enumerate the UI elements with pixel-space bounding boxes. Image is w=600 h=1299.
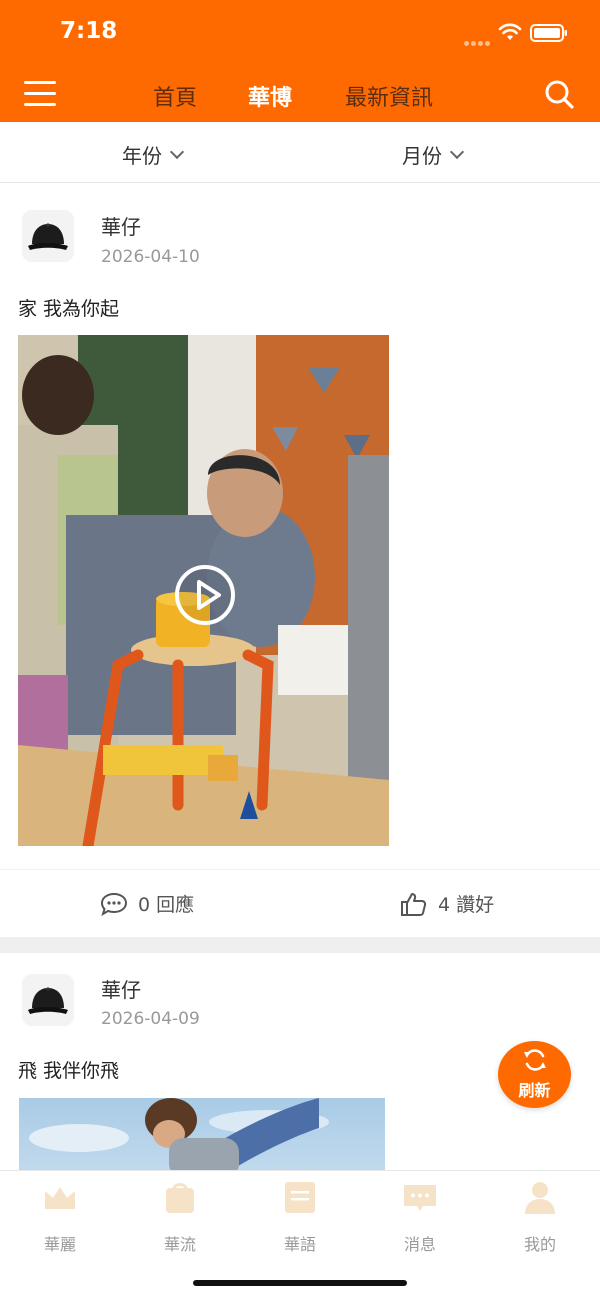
comments-count: 0 回應 [138, 894, 195, 916]
comments-button[interactable]: 0 回應 [100, 890, 194, 919]
bottom-tab-profile[interactable]: 我的 [480, 1179, 600, 1255]
tab-huabo[interactable]: 華博 [248, 80, 292, 112]
document-icon [285, 1182, 315, 1213]
post-actions: 0 回應 4 讚好 [0, 869, 600, 937]
battery-icon [530, 24, 567, 42]
bottom-tabbar: 華麗 華流 華語 消息 我的 [0, 1170, 600, 1299]
search-icon[interactable] [543, 78, 575, 110]
wifi-icon [498, 23, 522, 40]
post-text: 家 我為你起 [18, 298, 120, 320]
avatar[interactable] [22, 974, 74, 1026]
tab-home[interactable]: 首頁 [153, 80, 197, 112]
crown-icon [45, 1187, 75, 1209]
bottom-tab-label: 我的 [523, 1235, 556, 1254]
status-bar: 7:18 [0, 0, 600, 64]
message-icon [404, 1185, 436, 1211]
post-author: 華仔 [101, 978, 141, 1002]
signal-dots-icon [464, 31, 492, 46]
post-text: 飛 我伴你飛 [18, 1060, 120, 1082]
post-author: 華仔 [101, 215, 141, 239]
bottom-tab-messages[interactable]: 消息 [360, 1179, 480, 1255]
thumbs-up-icon [401, 892, 427, 916]
bottom-tab-label: 華流 [163, 1235, 196, 1254]
likes-count: 4 讚好 [438, 894, 495, 916]
bag-icon [166, 1183, 194, 1213]
year-filter[interactable]: 年份 [122, 140, 185, 169]
month-filter[interactable]: 月份 [402, 140, 465, 169]
top-nav: 首頁 華博 最新資訊 [0, 64, 600, 122]
profile-icon [525, 1182, 555, 1214]
cap-icon [28, 223, 68, 250]
filter-bar: 年份 月份 [0, 122, 600, 183]
bottom-tab-label: 華語 [283, 1235, 316, 1254]
feed[interactable]: 華仔 2026-04-10 家 我為你起 0 回應 4 讚好 華仔 2026-0… [0, 183, 600, 1170]
bottom-tab-huayu[interactable]: 華語 [240, 1179, 360, 1255]
status-time: 7:18 [60, 18, 118, 44]
bottom-tab-label: 華麗 [43, 1235, 76, 1254]
home-indicator [193, 1280, 407, 1286]
refresh-label: 刷新 [518, 1081, 551, 1100]
post-card: 華仔 2026-04-10 家 我為你起 [0, 183, 600, 869]
play-icon[interactable] [173, 563, 237, 627]
cap-icon [28, 987, 68, 1014]
year-filter-label: 年份 [122, 144, 162, 168]
post-photo [29, 1098, 329, 1170]
post-image[interactable] [19, 1098, 385, 1170]
bottom-tab-huali[interactable]: 華麗 [0, 1179, 120, 1255]
chevron-down-icon [449, 144, 465, 160]
avatar[interactable] [22, 210, 74, 262]
post-date: 2026-04-10 [101, 247, 200, 267]
month-filter-label: 月份 [402, 144, 442, 168]
refresh-icon [524, 1049, 546, 1071]
post-video-thumbnail[interactable] [18, 335, 389, 846]
like-button[interactable]: 4 讚好 [400, 890, 494, 919]
refresh-button[interactable]: 刷新 [498, 1041, 571, 1108]
comment-icon [100, 892, 128, 916]
post-date: 2026-04-09 [101, 1009, 200, 1029]
chevron-down-icon [169, 144, 185, 160]
bottom-tab-hualiu[interactable]: 華流 [120, 1179, 240, 1255]
bottom-tab-label: 消息 [403, 1235, 436, 1254]
tab-latest-news[interactable]: 最新資訊 [345, 80, 433, 112]
menu-icon[interactable] [24, 81, 56, 107]
